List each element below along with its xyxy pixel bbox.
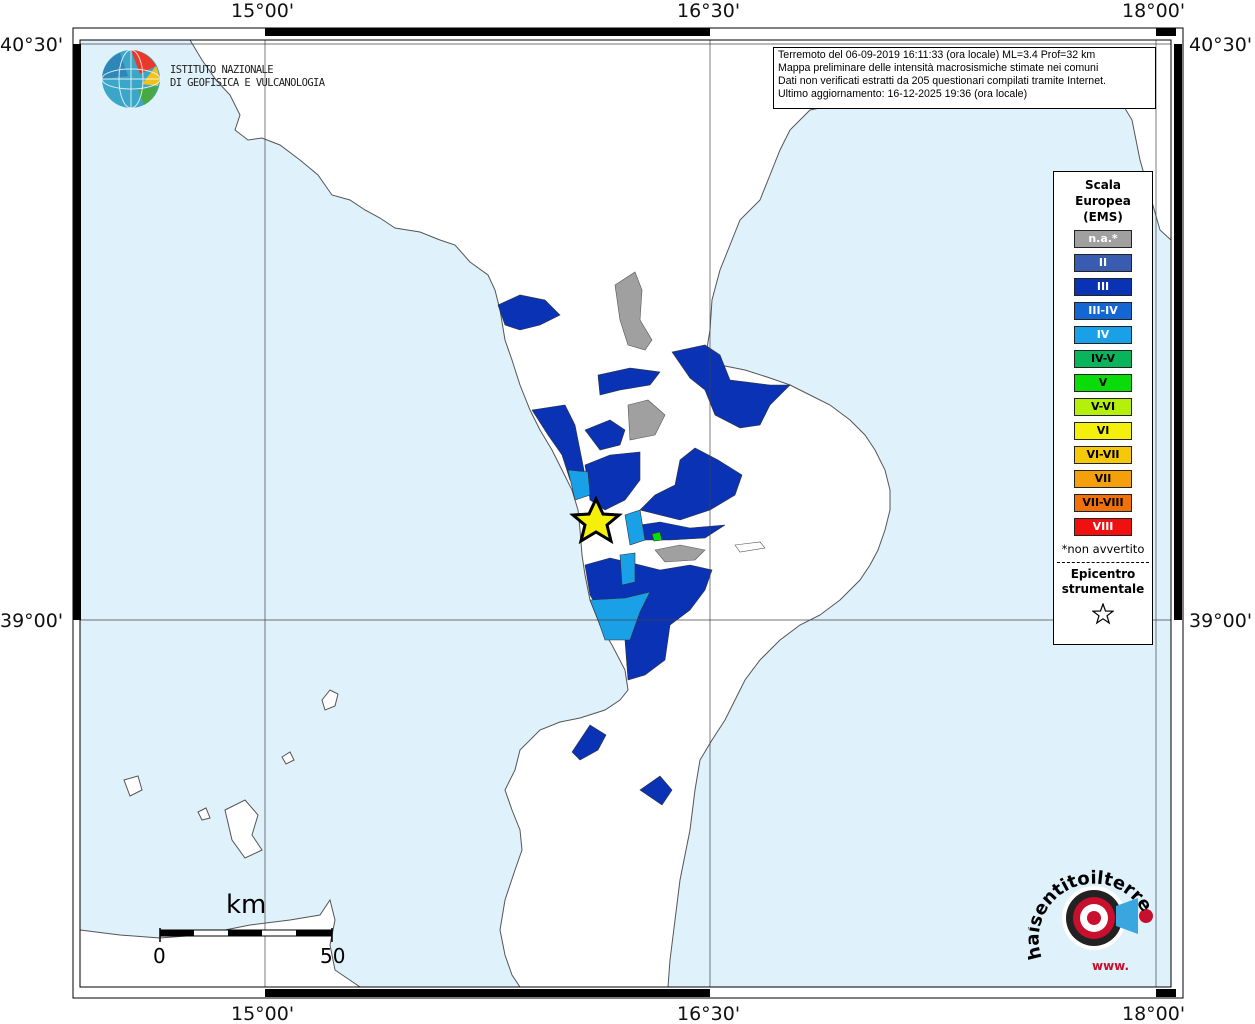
lon-label-bottom-3: 18°00' [1122,1003,1185,1024]
legend-separator [1057,562,1149,563]
star-icon [1054,602,1152,629]
brand-prefix: www. [1092,959,1129,973]
legend-epicentre-line-1: Epicentro [1070,567,1136,581]
scale-min: 0 [153,944,166,968]
globe-icon [101,49,161,109]
scale-unit: km [226,890,267,920]
legend-item: II [1074,254,1132,272]
legend-item: VII [1074,470,1132,488]
scale-max: 50 [320,944,346,968]
legend-item: III [1074,278,1132,296]
legend-epicentre-label: Epicentro strumentale [1054,567,1152,597]
institution-name: ISTITUTO NAZIONALE DI GEOFISICA E VULCAN… [170,64,325,90]
legend-item: VII-VIII [1074,494,1132,512]
legend-items: n.a.* II III III-IV IV IV-V V V-VI VI VI-VII VII VI… [1054,230,1152,536]
lat-label-left-2: 39°00' [0,610,63,632]
legend-item: III-IV [1074,302,1132,320]
event-info-line-3: Dati non verificati estratti da 205 ques… [778,75,1106,87]
event-info-line-4: Ultimo aggiornamento: 16-12-2025 19:36 (… [778,88,1028,100]
intensity-legend: Scala Europea (EMS) n.a.* II III III-IV IV IV… [1053,171,1153,645]
lat-label-right-2: 39°00' [1189,610,1252,632]
area-v [651,531,663,542]
lat-label-right-1: 40°30' [1189,34,1252,56]
legend-item: V [1074,374,1132,392]
legend-item: VIII [1074,518,1132,536]
legend-item: V-VI [1074,398,1132,416]
institution-line-1: ISTITUTO NAZIONALE [170,64,274,76]
legend-item: IV-V [1074,350,1132,368]
lon-label-top-1: 15°00' [231,0,294,22]
legend-title-line-2: Europea [1075,194,1131,208]
area-iv [619,552,636,586]
legend-item: VI [1074,422,1132,440]
lon-label-bottom-1: 15°00' [231,1003,294,1024]
scale-bar: km 0 50 [150,890,350,970]
legend-title-line-1: Scala [1084,178,1122,192]
ingv-logo: ISTITUTO NAZIONALE DI GEOFISICA E VULCAN… [100,48,325,110]
event-info-line-1: Terremoto del 06-09-2019 16:11:33 (ora l… [778,49,1096,61]
event-info-box: Terremoto del 06-09-2019 16:11:33 (ora l… [773,47,1156,109]
lon-label-top-3: 18°00' [1122,0,1185,22]
haisentito-logo: haisentitoilterremoto.it www. [1019,842,1168,978]
legend-title: Scala Europea (EMS) [1054,177,1152,225]
lon-label-top-2: 16°30' [677,0,740,22]
institution-line-2: DI GEOFISICA E VULCANOLOGIA [170,77,325,89]
legend-note: *non avvertito [1061,542,1145,556]
legend-epicentre-line-2: strumentale [1061,582,1145,596]
legend-item: IV [1074,326,1132,344]
legend-item: n.a.* [1074,230,1132,248]
legend-title-line-3: (EMS) [1083,210,1123,224]
event-info-line-2: Mappa preliminare delle intensità macros… [778,62,1099,74]
legend-item: VI-VII [1074,446,1132,464]
lat-label-left-1: 40°30' [0,34,63,56]
lon-label-bottom-2: 16°30' [677,1003,740,1024]
